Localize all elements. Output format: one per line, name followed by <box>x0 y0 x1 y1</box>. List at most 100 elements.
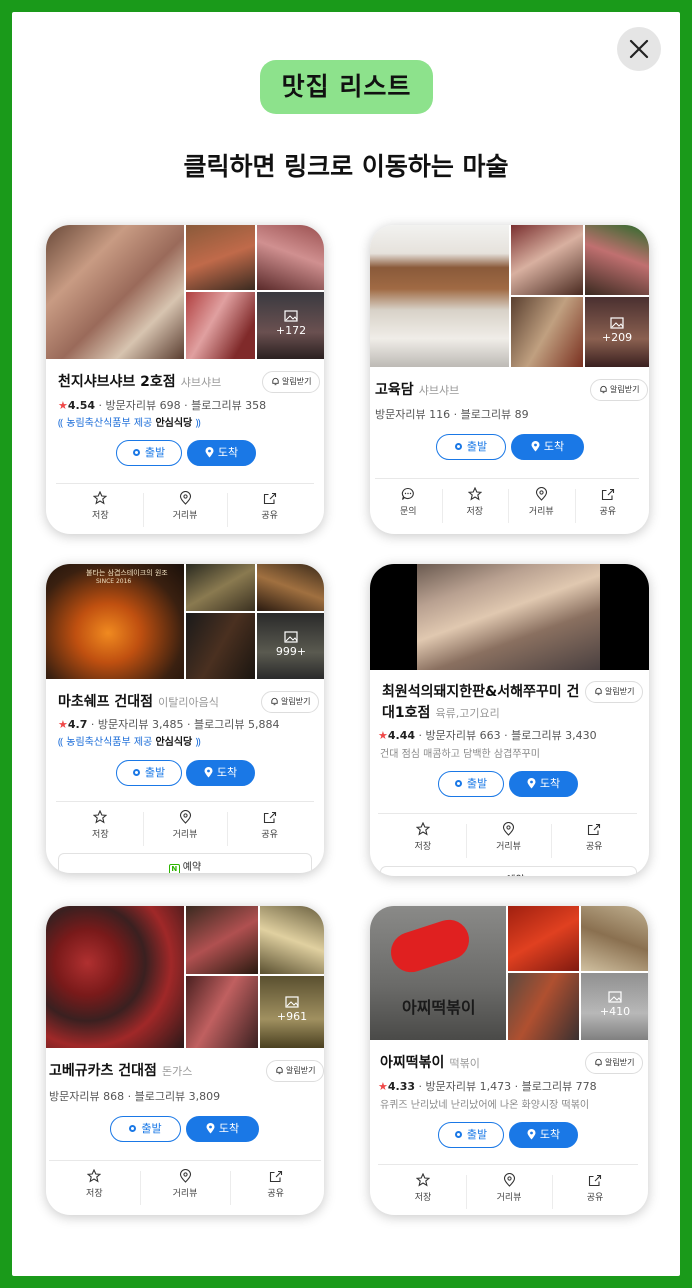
image-icon <box>284 310 298 322</box>
main-photo[interactable]: 불타는 삼겹스테이크의 원조 SINCE 2016 <box>46 564 184 679</box>
restaurant-card[interactable]: +961 고베규카츠 건대점 돈가스 알림받기 방문자리뷰 868 · 블로그리… <box>46 906 324 1215</box>
notify-button[interactable]: 알림받기 <box>590 379 649 401</box>
photo-caption-sub: SINCE 2016 <box>96 578 132 585</box>
depart-button[interactable]: 출발 <box>438 1122 504 1148</box>
reserve-button[interactable]: N예약 <box>58 853 312 873</box>
restaurant-name[interactable]: 고육담 <box>375 382 414 398</box>
restaurant-name[interactable]: 천지샤브샤브 2호점 <box>58 374 176 390</box>
reserve-button[interactable]: N예약 <box>380 866 637 876</box>
main-video[interactable] <box>417 564 600 670</box>
safe-restaurant-badge[interactable]: ⸨ 농림축산식품부 제공 안심식당 ⸩ <box>58 414 201 429</box>
photo-grid[interactable]: +172 <box>46 225 324 359</box>
photo-more[interactable]: +410 <box>581 973 648 1040</box>
photo-thumb[interactable] <box>511 225 583 295</box>
depart-button[interactable]: 출발 <box>116 440 182 466</box>
save-button[interactable]: 저장 <box>49 1169 140 1205</box>
inquiry-button[interactable]: 문의 <box>375 487 442 523</box>
main-photo[interactable]: 아찌떡볶이 <box>370 906 506 1040</box>
depart-button[interactable]: 출발 <box>110 1116 181 1142</box>
restaurant-card[interactable]: +172 천지샤브샤브 2호점 샤브샤브 알림받기 ★4.54 · 방문자리뷰 … <box>46 225 324 534</box>
close-button[interactable] <box>617 27 661 71</box>
restaurant-card[interactable]: +209 고육담 샤브샤브 알림받기 방문자리뷰 116 · 블로그리뷰 89 … <box>370 225 649 534</box>
photo-thumb[interactable] <box>508 906 579 971</box>
photo-thumb[interactable] <box>508 973 579 1040</box>
share-button[interactable]: 공유 <box>227 810 312 846</box>
photo-thumb[interactable] <box>186 906 258 974</box>
save-button[interactable]: 저장 <box>58 810 143 846</box>
sign-text: 아찌떡볶이 <box>402 998 476 1017</box>
depart-button[interactable]: 출발 <box>438 771 504 797</box>
distance-view-button[interactable]: 거리뷰 <box>466 1173 552 1209</box>
photo-thumb[interactable] <box>186 225 255 290</box>
depart-button[interactable]: 출발 <box>436 434 506 460</box>
safe-restaurant-badge[interactable]: ⸨ 농림축산식품부 제공 안심식당 ⸩ <box>58 733 201 748</box>
notify-button[interactable]: 알림받기 <box>262 371 321 393</box>
restaurant-card[interactable]: 아찌떡볶이 +410 아찌떡볶이 떡볶이 알림받기 ★4.33 · 방문자리뷰 … <box>370 906 648 1215</box>
main-photo[interactable] <box>46 225 184 359</box>
arrive-button[interactable]: 도착 <box>509 771 578 797</box>
photo-thumb[interactable] <box>257 225 324 290</box>
distance-view-button[interactable]: 거리뷰 <box>142 491 228 527</box>
laurel-icon: ⸨ <box>58 418 64 429</box>
star-outline-icon <box>415 822 430 836</box>
share-button[interactable]: 공유 <box>551 822 637 858</box>
star-icon: ★ <box>378 1080 388 1093</box>
photo-thumb[interactable] <box>585 225 649 295</box>
star-outline-icon <box>93 810 108 824</box>
distance-view-button[interactable]: 거리뷰 <box>465 822 552 858</box>
distance-view-button[interactable]: 거리뷰 <box>142 810 228 846</box>
arrive-button[interactable]: 도착 <box>509 1122 578 1148</box>
notify-button[interactable]: 알림받기 <box>585 1052 644 1074</box>
action-bar: 저장 거리뷰 공유 <box>58 491 312 527</box>
photo-thumb[interactable] <box>257 564 324 611</box>
photo-count: +410 <box>599 1005 631 1018</box>
share-button[interactable]: 공유 <box>574 487 642 523</box>
share-button[interactable]: 공유 <box>552 1173 638 1209</box>
arrive-button[interactable]: 도착 <box>187 440 256 466</box>
arrive-button[interactable]: 도착 <box>186 1116 259 1142</box>
notify-button[interactable]: 알림받기 <box>585 681 644 703</box>
restaurant-card[interactable]: 불타는 삼겹스테이크의 원조 SINCE 2016 999+ 마초쉐프 건대점 … <box>46 564 324 873</box>
share-button[interactable]: 공유 <box>227 491 312 527</box>
photo-thumb[interactable] <box>511 297 583 367</box>
photo-thumb[interactable] <box>186 292 255 359</box>
photo-thumb[interactable] <box>581 906 648 971</box>
photo-more[interactable]: +209 <box>585 297 649 367</box>
photo-more[interactable]: 999+ <box>257 613 324 679</box>
restaurant-name[interactable]: 마초쉐프 건대점 <box>58 694 153 710</box>
arrive-button[interactable]: 도착 <box>511 434 584 460</box>
save-button[interactable]: 저장 <box>58 491 143 527</box>
notify-button[interactable]: 알림받기 <box>266 1060 324 1082</box>
photo-thumb[interactable] <box>186 564 255 611</box>
photo-more[interactable]: +961 <box>260 976 324 1048</box>
depart-icon <box>454 1131 462 1138</box>
main-photo[interactable] <box>370 225 509 367</box>
photo-grid[interactable]: 불타는 삼겹스테이크의 원조 SINCE 2016 999+ <box>46 564 324 679</box>
photo-grid[interactable]: +209 <box>370 225 649 367</box>
photo-grid[interactable]: +961 <box>46 906 324 1048</box>
restaurant-name[interactable]: 고베규카츠 건대점 <box>49 1063 157 1079</box>
pin-icon <box>527 778 536 789</box>
photo-thumb[interactable] <box>260 906 324 974</box>
photo-more[interactable]: +172 <box>257 292 324 359</box>
save-button[interactable]: 저장 <box>441 487 509 523</box>
photo-grid[interactable] <box>370 564 649 670</box>
restaurant-category: 샤브샤브 <box>180 376 222 389</box>
restaurant-card[interactable]: 최원석의돼지한판&서해쭈꾸미 건 대1호점 육류,고기요리 알림받기 ★4.44… <box>370 564 649 876</box>
share-button[interactable]: 공유 <box>230 1169 321 1205</box>
main-photo[interactable] <box>46 906 184 1048</box>
photo-grid[interactable]: 아찌떡볶이 +410 <box>370 906 648 1040</box>
restaurant-name[interactable]: 최원석의돼지한판&서해쭈꾸미 건 <box>382 682 579 702</box>
notify-button[interactable]: 알림받기 <box>261 691 320 713</box>
arrive-button[interactable]: 도착 <box>186 760 255 786</box>
page-subtitle: 클릭하면 링크로 이동하는 마술 <box>183 152 509 181</box>
distance-view-button[interactable]: 거리뷰 <box>508 487 575 523</box>
depart-button[interactable]: 출발 <box>116 760 182 786</box>
photo-thumb[interactable] <box>186 613 255 679</box>
distance-view-button[interactable]: 거리뷰 <box>139 1169 231 1205</box>
restaurant-name[interactable]: 아찌떡볶이 <box>380 1055 444 1071</box>
save-button[interactable]: 저장 <box>380 1173 466 1209</box>
restaurant-name-cont[interactable]: 대1호점 <box>382 705 430 721</box>
photo-thumb[interactable] <box>186 976 258 1048</box>
save-button[interactable]: 저장 <box>380 822 466 858</box>
